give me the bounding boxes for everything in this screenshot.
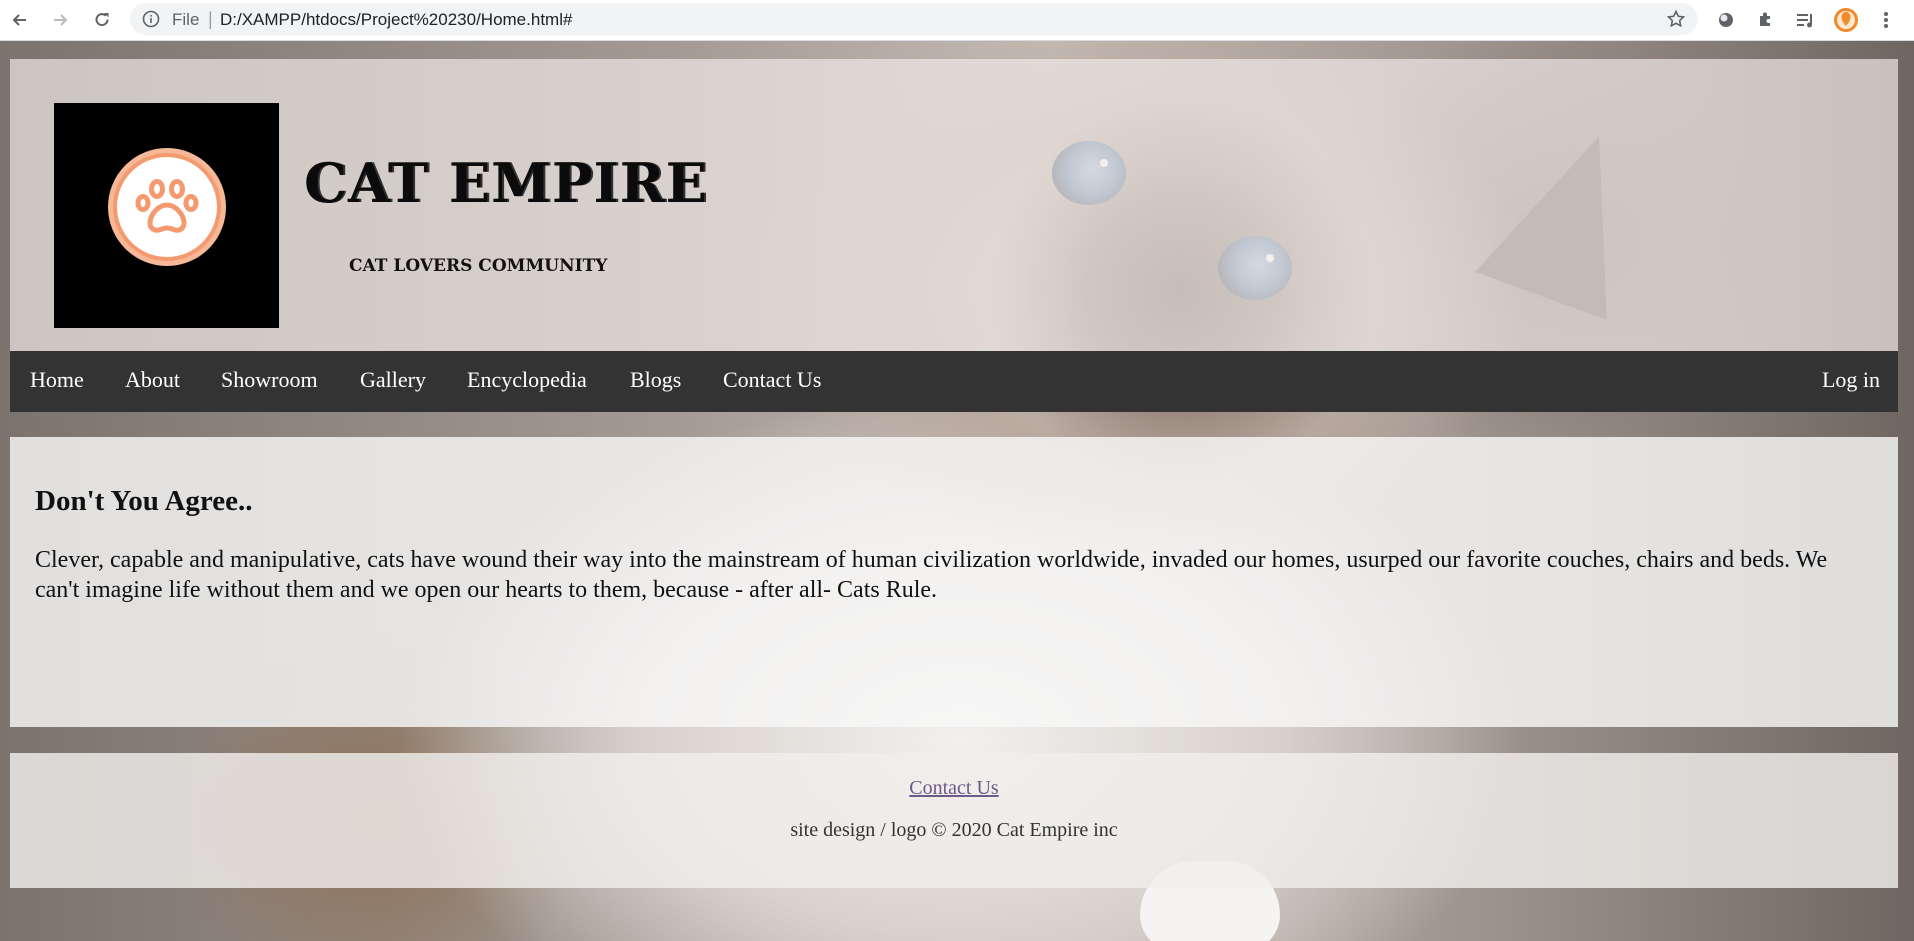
logo-ring [108, 148, 226, 266]
nav-item-encyclopedia[interactable]: Encyclopedia [467, 367, 587, 393]
site-footer: Contact Us site design / logo © 2020 Cat… [10, 753, 1898, 888]
forward-icon[interactable] [46, 6, 74, 34]
nav-item-gallery[interactable]: Gallery [360, 367, 426, 393]
address-bar[interactable]: File | D:/XAMPP/htdocs/Project%20230/Hom… [130, 3, 1698, 35]
extension-circle-icon[interactable] [1712, 6, 1740, 34]
browser-toolbar: File | D:/XAMPP/htdocs/Project%20230/Hom… [0, 0, 1914, 41]
back-icon[interactable] [6, 6, 34, 34]
nav-item-showroom[interactable]: Showroom [221, 367, 318, 393]
site-header: CAT EMPIRE CAT LOVERS COMMUNITY [10, 59, 1898, 351]
intro-section: Don't You Agree.. Clever, capable and ma… [10, 437, 1898, 727]
site-tagline: CAT LOVERS COMMUNITY [349, 256, 608, 276]
omnibox-separator: | [208, 9, 213, 29]
paw-icon [117, 157, 217, 257]
footer-contact-link[interactable]: Contact Us [10, 777, 1898, 800]
menu-dots-icon[interactable] [1872, 6, 1900, 34]
profile-avatar-icon[interactable] [1832, 6, 1860, 34]
info-icon[interactable] [142, 10, 160, 33]
footer-copyright: site design / logo © 2020 Cat Empire inc [790, 819, 1118, 841]
puzzle-icon[interactable] [1752, 6, 1780, 34]
site-title: CAT EMPIRE [304, 151, 708, 215]
section-body-text: Clever, capable and manipulative, cats h… [35, 547, 1828, 603]
site-logo[interactable] [54, 103, 279, 328]
nav-item-blogs[interactable]: Blogs [630, 367, 681, 393]
star-icon[interactable] [1666, 9, 1686, 34]
reload-icon[interactable] [88, 6, 116, 34]
main-navigation: Home About Showroom Gallery Encyclopedia… [10, 351, 1898, 412]
section-heading: Don't You Agree.. [35, 485, 253, 517]
nav-item-contact-us[interactable]: Contact Us [723, 367, 821, 393]
omnibox-scheme-label: File [172, 10, 200, 29]
login-link[interactable]: Log in [1822, 367, 1880, 393]
nav-item-home[interactable]: Home [30, 367, 84, 393]
nav-item-about[interactable]: About [125, 367, 180, 393]
url-text[interactable]: D:/XAMPP/htdocs/Project%20230/Home.html# [220, 10, 572, 30]
media-queue-icon[interactable] [1792, 6, 1820, 34]
